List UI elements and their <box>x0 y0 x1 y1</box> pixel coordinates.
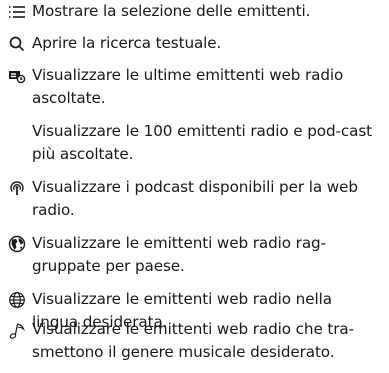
item-text: Visualizzare le ultime emittenti web rad… <box>32 66 344 107</box>
item-text: Visualizzare le emittenti web radio che … <box>32 320 355 361</box>
globe-country-icon <box>8 235 26 253</box>
recent-radio-icon <box>8 67 26 85</box>
music-note-icon <box>8 322 26 340</box>
top-100-icon <box>8 123 26 141</box>
list-icon <box>8 3 26 21</box>
item-text: Visualizzare le 100 emittenti radio e po… <box>32 122 373 163</box>
search-icon <box>8 35 26 53</box>
item-text: Aprire la ricerca testuale. <box>32 34 222 52</box>
language-globe-icon <box>8 291 26 309</box>
podcast-icon <box>8 179 26 197</box>
item-text: Mostrare la selezione delle emittenti. <box>32 2 311 20</box>
item-text: Visualizzare i podcast disponibili per l… <box>32 178 358 219</box>
item-text: Visualizzare le emittenti web radio rag-… <box>32 234 326 275</box>
